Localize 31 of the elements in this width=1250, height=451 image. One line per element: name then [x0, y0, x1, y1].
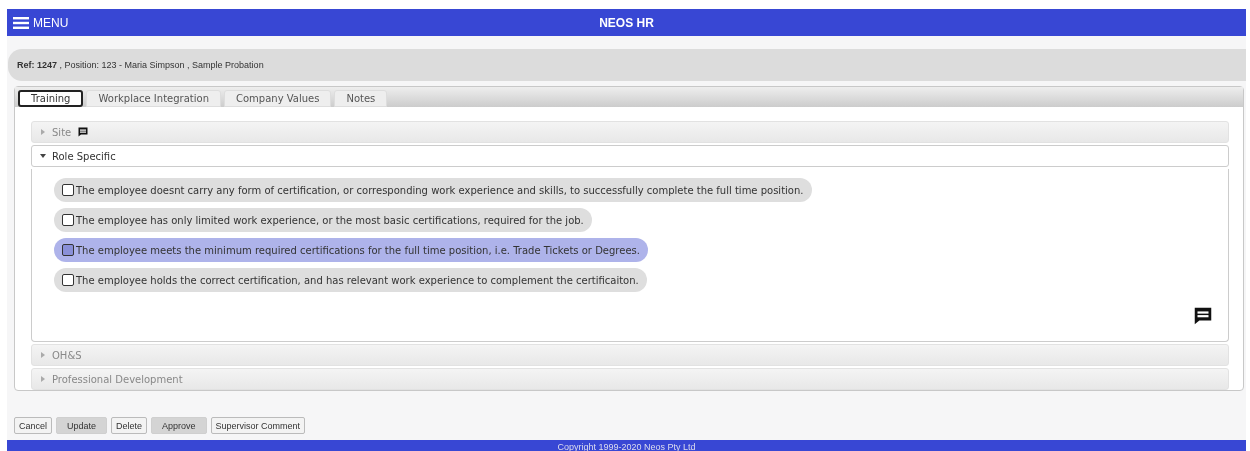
- option-item[interactable]: The employee doesnt carry any form of certification, or corresponding work experience and skills, to successfully complete the full time position.: [54, 178, 812, 202]
- section-header[interactable]: Role Specific: [31, 145, 1229, 167]
- checkbox[interactable]: [62, 184, 74, 196]
- menu-button[interactable]: MENU: [7, 15, 75, 30]
- caret-icon: [40, 153, 46, 159]
- comment-icon[interactable]: [1192, 305, 1214, 327]
- section-title: OH&S: [52, 349, 82, 361]
- section-title: Site: [52, 126, 72, 138]
- section-title: Role Specific: [52, 150, 116, 162]
- tab[interactable]: Training: [18, 90, 84, 107]
- option-item[interactable]: The employee meets the minimum required certifications for the full time position, i.e. Trade Tickets or Degrees.: [54, 238, 648, 262]
- option-item[interactable]: The employee holds the correct certification, and has relevant work experience to complement the certificaiton.: [54, 268, 647, 292]
- action-button[interactable]: Supervisor Comment: [210, 417, 306, 434]
- checkbox[interactable]: [62, 274, 74, 286]
- caret-icon: [40, 129, 46, 135]
- caret-icon: [40, 376, 46, 382]
- tab[interactable]: Workplace Integration: [86, 90, 221, 107]
- comment-icon[interactable]: [77, 126, 90, 138]
- caret-icon: [40, 352, 46, 358]
- option-item[interactable]: The employee has only limited work experience, or the most basic certifications, required for the job.: [54, 208, 592, 232]
- tab[interactable]: Notes: [334, 90, 388, 107]
- section-title: Professional Development: [52, 373, 183, 385]
- checkbox[interactable]: [62, 244, 74, 256]
- action-button[interactable]: Cancel: [14, 417, 52, 434]
- action-button[interactable]: Delete: [111, 417, 148, 434]
- menu-icon: [13, 16, 29, 29]
- app-title: NEOS HR: [599, 15, 654, 30]
- tab[interactable]: Company Values: [224, 90, 332, 107]
- checkbox[interactable]: [62, 214, 74, 226]
- record-details: Ref: 1247 , Position: 123 - Maria Simpson , Sample Probation: [17, 60, 264, 70]
- copyright-text: Copyright 1999-2020 Neos Pty Ltd: [557, 441, 696, 451]
